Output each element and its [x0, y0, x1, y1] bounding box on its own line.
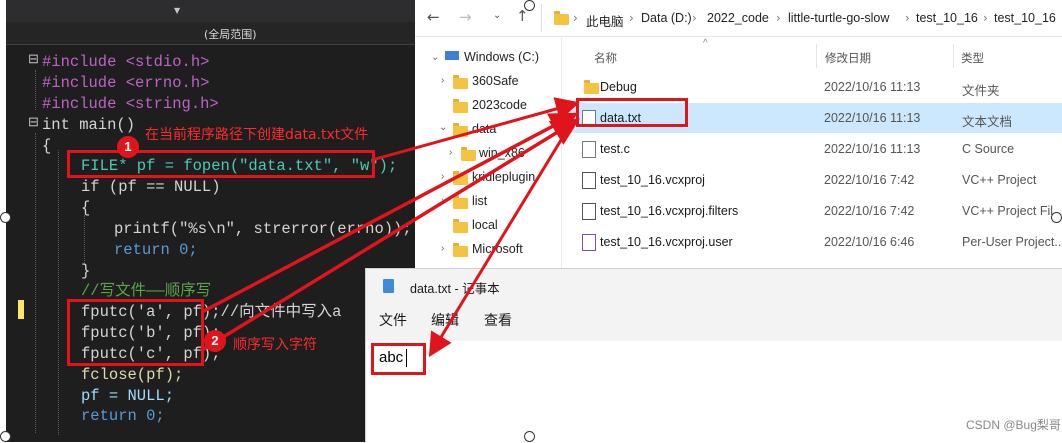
- highlight-data-txt: [576, 98, 688, 127]
- resize-handle-bottom[interactable]: [524, 431, 535, 442]
- highlight-notepad-content: [371, 343, 426, 375]
- arrow-3-to-notepad: [428, 121, 574, 358]
- step-1-caption: 在当前程序路径下创建data.txt文件: [145, 127, 369, 143]
- highlight-fopen-line: [67, 150, 375, 178]
- annotation-arrows: [201, 97, 580, 358]
- watermark: CSDN @Bug梨哥: [966, 418, 1061, 432]
- step-2-caption: 顺序写入字符: [233, 337, 317, 353]
- resize-handle-left[interactable]: [0, 212, 11, 223]
- step-1-badge: 1: [117, 136, 139, 158]
- resize-handle-right[interactable]: [1051, 212, 1062, 223]
- resize-handle-top[interactable]: [524, 0, 535, 11]
- highlight-fputc-lines: [67, 299, 204, 366]
- resize-handle-bottom-left[interactable]: [0, 431, 11, 442]
- step-2-badge: 2: [204, 330, 226, 352]
